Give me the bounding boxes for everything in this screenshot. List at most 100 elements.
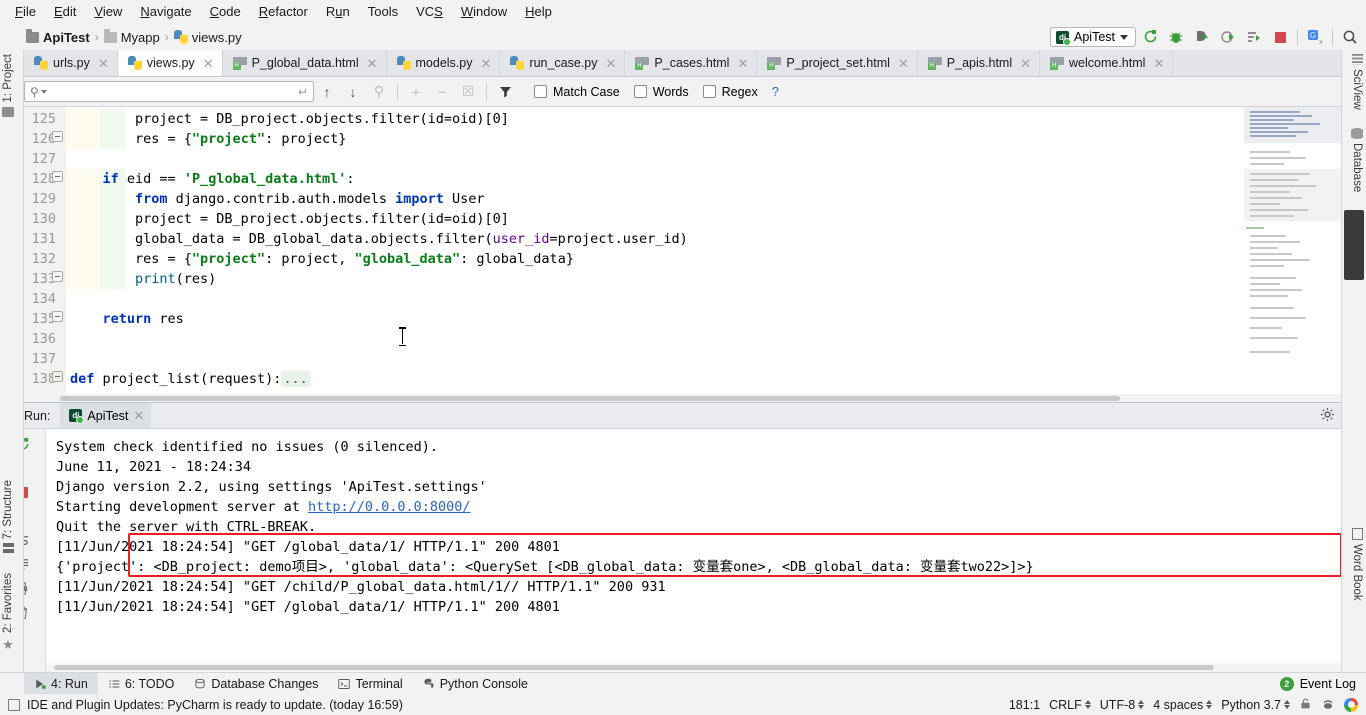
stop-icon[interactable] xyxy=(1268,26,1292,48)
editor-tab-p-apis[interactable]: P_apis.html ✕ xyxy=(918,50,1041,76)
line-separator-widget[interactable]: CRLF xyxy=(1049,698,1091,712)
find-previous-button[interactable]: ↑ xyxy=(314,80,340,104)
sidebar-item-database[interactable]: Database xyxy=(1351,128,1363,192)
editor-tab-p-global-data[interactable]: P_global_data.html ✕ xyxy=(223,50,387,76)
find-filter-button[interactable]: ⚲ xyxy=(366,80,392,104)
breadcrumb-project[interactable]: ApiTest xyxy=(26,28,90,45)
menu-help[interactable]: Help xyxy=(516,1,561,23)
editor-tab-p-project-set[interactable]: P_project_set.html ✕ xyxy=(757,50,918,76)
close-icon[interactable]: ✕ xyxy=(1020,57,1031,70)
console-output[interactable]: System check identified no issues (0 sil… xyxy=(46,429,1366,672)
checkbox-box[interactable] xyxy=(633,85,647,98)
fold-marker-icon[interactable] xyxy=(52,311,63,322)
run-icon[interactable] xyxy=(1190,26,1214,48)
menu-code[interactable]: Code xyxy=(201,1,250,23)
editor-horizontal-scrollbar[interactable] xyxy=(0,394,1366,402)
fold-marker-icon[interactable] xyxy=(52,371,63,382)
server-url-link[interactable]: http://0.0.0.0:8000/ xyxy=(308,499,471,515)
lock-icon[interactable] xyxy=(1299,697,1312,713)
bottom-item-run[interactable]: 4: Run xyxy=(24,672,98,695)
editor-tab-run-case[interactable]: run_case.py ✕ xyxy=(500,50,626,76)
sidebar-item-word-book[interactable]: Word Book xyxy=(1351,528,1363,601)
search-everywhere-icon[interactable] xyxy=(1338,26,1362,48)
select-all-occurrences-icon[interactable]: + xyxy=(403,80,429,104)
database-icon xyxy=(1351,128,1363,139)
close-icon[interactable]: ✕ xyxy=(98,57,109,70)
editor-tab-welcome[interactable]: welcome.html ✕ xyxy=(1040,50,1174,76)
search-field-wrapper[interactable]: ⚲ ↵ xyxy=(24,81,314,102)
close-icon[interactable]: ✕ xyxy=(1153,57,1164,70)
indent-widget[interactable]: 4 spaces xyxy=(1153,698,1213,712)
sidebar-item-favorites[interactable]: 2: Favorites ★ xyxy=(2,573,14,653)
debug-icon[interactable] xyxy=(1164,26,1188,48)
close-icon[interactable]: ✕ xyxy=(606,57,617,70)
encoding-widget[interactable]: UTF-8 xyxy=(1100,698,1145,712)
profile-icon[interactable] xyxy=(1242,26,1266,48)
inspector-icon[interactable] xyxy=(1321,697,1335,713)
search-input[interactable] xyxy=(46,84,298,99)
regex-checkbox[interactable]: Regex xyxy=(702,85,758,99)
checkbox-box[interactable] xyxy=(702,85,716,98)
interpreter-widget[interactable]: Python 3.7 xyxy=(1221,698,1290,712)
add-selection-icon[interactable]: ☒ xyxy=(455,80,481,104)
filter-icon[interactable] xyxy=(492,80,518,104)
match-case-checkbox[interactable]: Match Case xyxy=(534,85,620,99)
notification-icon[interactable] xyxy=(8,698,20,711)
close-icon[interactable]: ✕ xyxy=(367,57,378,70)
run-tab-apitest[interactable]: dj ApiTest ✕ xyxy=(60,403,152,428)
menu-navigate[interactable]: Navigate xyxy=(131,1,200,23)
rerun-icon[interactable] xyxy=(1138,26,1162,48)
editor-tab-urls[interactable]: urls.py ✕ xyxy=(24,50,118,76)
editor-tab-views[interactable]: views.py ✕ xyxy=(117,50,223,76)
caret-position[interactable]: 181:1 xyxy=(1009,698,1040,712)
menu-view[interactable]: View xyxy=(85,1,131,23)
menu-edit[interactable]: Edit xyxy=(45,1,85,23)
close-icon[interactable]: ✕ xyxy=(203,57,214,70)
bottom-tool-window-bar: 4: Run 6: TODO Database Changes Terminal… xyxy=(0,672,1366,695)
bottom-item-database-changes[interactable]: Database Changes xyxy=(184,673,328,695)
regex-help-link[interactable]: ? xyxy=(772,84,779,99)
menu-vcs[interactable]: VCS xyxy=(407,1,452,23)
menu-refactor[interactable]: Refactor xyxy=(250,1,317,23)
code-line: global_data = DB_global_data.objects.fil… xyxy=(66,229,1244,249)
editor-tab-p-cases[interactable]: P_cases.html ✕ xyxy=(625,50,758,76)
bottom-item-terminal[interactable]: Terminal xyxy=(328,673,412,695)
run-configuration-selector[interactable]: dj ApiTest xyxy=(1050,27,1136,47)
menu-file[interactable]: File xyxy=(6,1,45,23)
find-next-button[interactable]: ↓ xyxy=(340,80,366,104)
google-icon[interactable] xyxy=(1344,697,1358,712)
menu-tools[interactable]: Tools xyxy=(359,1,407,23)
bottom-item-python-console[interactable]: Python Console xyxy=(413,673,538,695)
fold-marker-icon[interactable] xyxy=(52,171,63,182)
scrollbar-thumb[interactable] xyxy=(54,665,1214,670)
words-checkbox[interactable]: Words xyxy=(633,85,689,99)
bottom-item-todo[interactable]: 6: TODO xyxy=(98,673,185,695)
editor-tab-models[interactable]: models.py ✕ xyxy=(387,50,501,76)
console-horizontal-scrollbar[interactable] xyxy=(46,663,1366,672)
sidebar-item-structure[interactable]: 7: Structure xyxy=(2,480,14,555)
checkbox-box[interactable] xyxy=(534,85,547,98)
sidebar-item-sciview[interactable]: SciView xyxy=(1351,54,1363,110)
menu-run[interactable]: Run xyxy=(317,1,359,23)
status-message[interactable]: IDE and Plugin Updates: PyCharm is ready… xyxy=(27,698,403,712)
breadcrumb-folder-label: Myapp xyxy=(120,29,160,45)
code-content[interactable]: project = DB_project.objects.filter(id=o… xyxy=(66,107,1244,402)
breadcrumb-file[interactable]: views.py xyxy=(173,30,242,45)
status-bar: IDE and Plugin Updates: PyCharm is ready… xyxy=(0,694,1366,715)
translate-icon[interactable]: Gx xyxy=(1303,26,1327,48)
fold-marker-icon[interactable] xyxy=(52,131,63,142)
close-icon[interactable]: ✕ xyxy=(133,408,144,424)
run-with-coverage-icon[interactable] xyxy=(1216,26,1240,48)
remove-occurrence-icon[interactable]: − xyxy=(429,80,455,104)
scrollbar-thumb[interactable] xyxy=(60,396,1120,401)
close-icon[interactable]: ✕ xyxy=(481,57,492,70)
sidebar-item-project[interactable]: 1: Project xyxy=(2,54,14,117)
fold-marker-icon[interactable] xyxy=(52,271,63,282)
close-icon[interactable]: ✕ xyxy=(898,57,909,70)
gear-icon[interactable] xyxy=(1320,407,1335,425)
close-icon[interactable]: ✕ xyxy=(737,57,748,70)
event-log-button[interactable]: 2 Event Log xyxy=(1279,676,1356,691)
folder-icon xyxy=(103,28,117,43)
menu-window[interactable]: Window xyxy=(452,1,516,23)
breadcrumb-folder[interactable]: Myapp xyxy=(103,28,160,45)
